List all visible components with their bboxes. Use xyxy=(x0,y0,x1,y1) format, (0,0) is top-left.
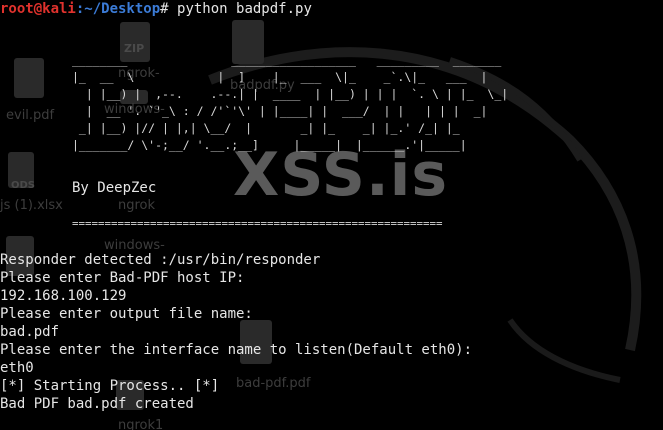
command-prompt: root@kali:~/Desktop# python badpdf.py xyxy=(0,0,312,18)
output-line: 192.168.100.129 xyxy=(0,288,127,304)
command-text: python badpdf.py xyxy=(168,1,312,17)
terminal-output[interactable]: root@kali:~/Desktop# python badpdf.py __… xyxy=(0,0,663,430)
output-line: [*] Starting Process.. [*] xyxy=(0,378,220,394)
output-line: Bad PDF bad.pdf created xyxy=(0,396,194,412)
output-line: bad.pdf xyxy=(0,324,60,340)
prompt-user-host: root@kali xyxy=(0,1,76,17)
separator-line: ========================================… xyxy=(72,217,443,230)
prompt-path: :~/Desktop xyxy=(75,1,161,17)
output-line: Please enter Bad-PDF host IP: xyxy=(0,270,245,286)
prompt-symbol: # xyxy=(160,1,169,17)
output-line: Please enter output file name: xyxy=(0,306,253,322)
output-line: Responder detected :/usr/bin/responder xyxy=(0,252,321,268)
output-line: eth0 xyxy=(0,360,34,376)
output-line: Please enter the interface name to liste… xyxy=(0,342,473,358)
terminal-window[interactable]: ZIP ngrok- evil.pdf badpdf.py windows- O… xyxy=(0,0,663,430)
ascii-banner: ________ __________________ _________ __… xyxy=(72,53,509,152)
author-line: By DeepZec xyxy=(72,180,157,196)
